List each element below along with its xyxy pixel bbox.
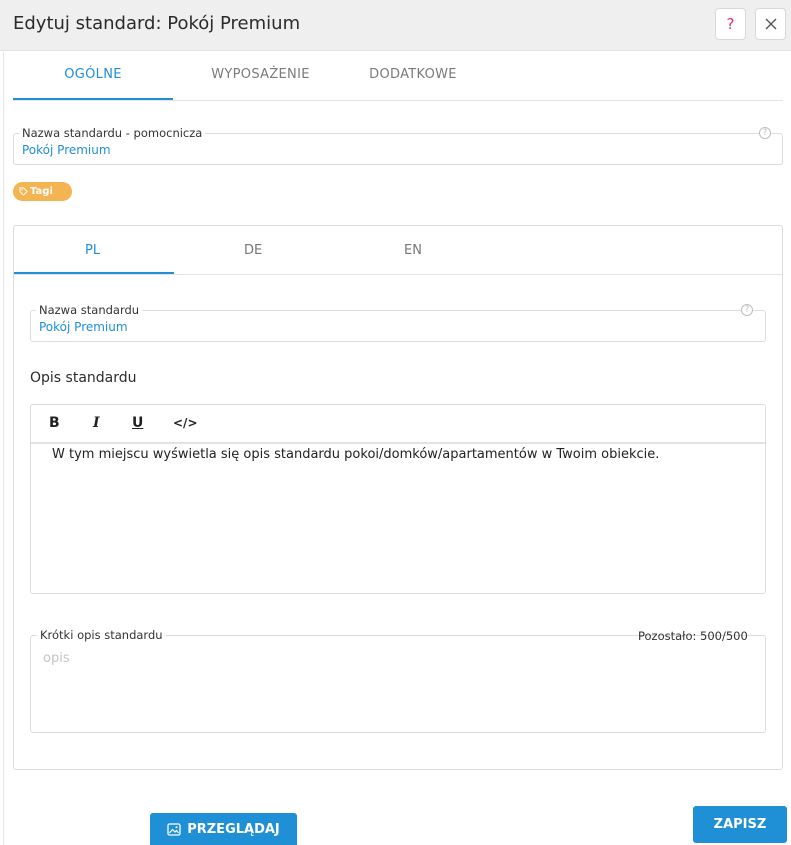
italic-button[interactable]: I (93, 415, 100, 431)
question-circle-icon[interactable]: ? (759, 127, 771, 139)
helper-name-value[interactable]: Pokój Premium (22, 143, 111, 157)
standard-name-value[interactable]: Pokój Premium (39, 320, 128, 334)
standard-name-field[interactable]: Nazwa standardu Pokój Premium ? (30, 303, 766, 342)
help-button[interactable]: ? (715, 8, 746, 40)
save-button[interactable]: ZAPISZ (693, 806, 787, 843)
browse-button[interactable]: PRZEGLĄDAJ (150, 813, 297, 845)
tab-lang-de[interactable]: DE (244, 243, 262, 258)
close-button[interactable] (755, 8, 786, 40)
description-editor[interactable]: B I U </> W tym miejscu wyświetla się op… (30, 404, 766, 594)
image-icon (167, 822, 181, 836)
description-text[interactable]: W tym miejscu wyświetla się opis standar… (52, 447, 659, 462)
code-view-button[interactable]: </> (173, 416, 198, 430)
short-description-placeholder[interactable]: opis (43, 651, 70, 666)
description-label: Opis standardu (30, 370, 137, 386)
close-icon (765, 18, 776, 30)
language-tabs: PL DE EN (14, 226, 782, 275)
helper-name-label: Nazwa standardu - pomocnicza (19, 126, 206, 140)
tags-label: Tagi (30, 186, 53, 197)
short-description-label: Krótki opis standardu (37, 628, 166, 642)
main-tabs: OGÓLNE WYPOSAŻENIE DODATKOWE (13, 52, 783, 101)
short-description-field[interactable]: Krótki opis standardu opis (30, 628, 766, 733)
dialog-header: Edytuj standard: Pokój Premium ? (0, 0, 791, 51)
tab-lang-en[interactable]: EN (404, 243, 422, 258)
tag-icon (19, 187, 28, 196)
browse-label: PRZEGLĄDAJ (187, 821, 280, 837)
helper-name-field[interactable]: Nazwa standardu - pomocnicza Pokój Premi… (13, 126, 783, 165)
save-label: ZAPISZ (713, 817, 767, 832)
editor-toolbar: B I U </> (31, 405, 765, 444)
dialog-left-border (3, 52, 4, 845)
help-icon: ? (726, 15, 735, 33)
tab-general[interactable]: OGÓLNE (13, 67, 173, 82)
tab-equipment[interactable]: WYPOSAŻENIE (183, 67, 338, 82)
tags-button[interactable]: Tagi (13, 182, 72, 201)
bold-button[interactable]: B (49, 415, 60, 431)
tab-lang-pl[interactable]: PL (85, 243, 100, 258)
active-tab-indicator (13, 98, 173, 100)
standard-name-label: Nazwa standardu (36, 303, 143, 317)
active-language-indicator (14, 272, 174, 274)
character-counter: Pozostało: 500/500 (638, 629, 748, 643)
dialog-title: Edytuj standard: Pokój Premium (13, 13, 301, 34)
question-circle-icon[interactable]: ? (741, 304, 753, 316)
underline-button[interactable]: U (132, 415, 143, 431)
tab-additional[interactable]: DODATKOWE (343, 67, 483, 82)
